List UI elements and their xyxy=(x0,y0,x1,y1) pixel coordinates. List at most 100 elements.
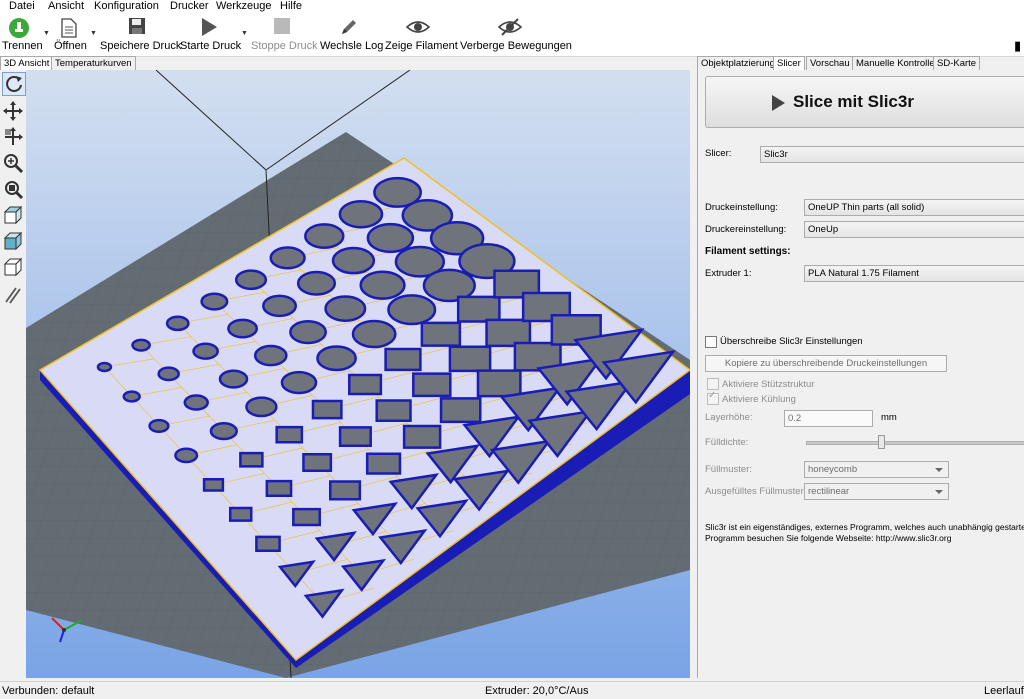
model-hole xyxy=(316,345,357,372)
model-hole xyxy=(402,424,442,449)
filament-settings-heading: Filament settings: xyxy=(705,246,791,257)
infill-density-label: Fülldichte: xyxy=(705,437,749,448)
chevron-down-icon[interactable]: ▼ xyxy=(43,30,50,37)
view-front-icon[interactable] xyxy=(2,204,24,226)
infill-density-slider[interactable] xyxy=(806,441,1024,445)
printer-setting-select[interactable]: OneUp xyxy=(804,221,1024,238)
save-icon xyxy=(129,18,145,34)
chevron-down-icon[interactable]: ▼ xyxy=(241,30,248,37)
menu-bar: Datei Ansicht Konfiguration Drucker Werk… xyxy=(0,0,1024,14)
tab-sd-card[interactable]: SD-Karte xyxy=(933,56,981,70)
model-hole xyxy=(174,447,199,464)
model-hole xyxy=(122,390,141,403)
support-checkbox[interactable] xyxy=(707,378,719,390)
move-object-icon[interactable] xyxy=(2,126,24,148)
model-hole xyxy=(131,338,151,352)
tab-temperature-curves[interactable]: Temperaturkurven xyxy=(51,56,136,70)
3d-viewport[interactable] xyxy=(26,70,690,678)
tab-preview[interactable]: Vorschau xyxy=(806,56,854,70)
tab-object-placement[interactable]: Objektplatzierung xyxy=(697,56,779,70)
copy-settings-button[interactable]: Kopiere zu überschreibende Druckeinstell… xyxy=(705,355,947,372)
model-hole xyxy=(218,369,249,389)
move-icon[interactable] xyxy=(2,100,24,122)
print-setting-select[interactable]: OneUP Thin parts (all solid) xyxy=(804,199,1024,216)
model-hole xyxy=(365,452,402,475)
layer-height-unit: mm xyxy=(881,412,897,423)
model-hole xyxy=(387,294,437,326)
infill-pattern-label: Füllmuster: xyxy=(705,464,752,475)
extruder-status: Extruder: 20,0°C/Aus xyxy=(485,685,589,697)
model-hole xyxy=(209,421,238,441)
model-hole xyxy=(253,344,288,367)
disconnect-button[interactable]: ▼ Trennen xyxy=(0,14,50,56)
show-filament-button[interactable]: Zeige Filament xyxy=(384,14,458,56)
model-hole xyxy=(265,479,293,497)
model-hole xyxy=(289,319,327,345)
model-hole xyxy=(192,342,219,360)
menu-tools[interactable]: Werkzeuge xyxy=(216,0,271,13)
view-iso-icon[interactable] xyxy=(2,230,24,252)
layer-height-input[interactable]: 0.2 xyxy=(784,410,873,427)
extruder-filament-select[interactable]: PLA Natural 1.75 Filament xyxy=(804,265,1024,282)
model-hole xyxy=(448,345,492,373)
stop-print-button[interactable]: Stoppe Druck xyxy=(250,14,318,56)
model-hole xyxy=(304,223,345,249)
model-hole xyxy=(228,506,253,522)
toolbar: ▼ Trennen ▼ Öffnen Speichere Druck ▼ Sta… xyxy=(0,14,1024,57)
play-icon xyxy=(772,95,785,111)
slicer-panel: Slice mit Slic3r Slicer: Slic3r Druckein… xyxy=(697,70,1024,678)
extruder-label: Extruder 1: xyxy=(705,268,752,279)
start-print-button[interactable]: ▼ Starte Druck xyxy=(180,14,248,56)
slicer-select[interactable]: Slic3r xyxy=(760,146,1024,163)
status-bar: Verbunden: default Extruder: 20,0°C/Aus … xyxy=(0,681,1024,699)
model-hole xyxy=(476,369,522,398)
infill-pattern-select[interactable]: honeycomb xyxy=(804,461,949,478)
right-panel: Objektplatzierung Slicer Vorschau Manuel… xyxy=(697,56,1024,678)
zoom-fit-icon[interactable] xyxy=(2,178,24,200)
model-hole xyxy=(359,270,406,300)
slice-button[interactable]: Slice mit Slic3r xyxy=(705,76,1024,128)
menu-help[interactable]: Hilfe xyxy=(280,0,302,13)
model-hole xyxy=(255,535,281,553)
toggle-log-button[interactable]: Wechsle Log xyxy=(320,14,383,56)
model-hole xyxy=(157,366,180,382)
tab-manual-control[interactable]: Manuelle Kontrolle xyxy=(852,56,939,70)
model-hole xyxy=(329,480,362,501)
eye-icon xyxy=(406,21,430,33)
model-hole xyxy=(296,270,337,296)
view-top-icon[interactable] xyxy=(2,256,24,278)
save-print-button[interactable]: Speichere Druck xyxy=(100,14,181,56)
tab-3d-view[interactable]: 3D Ansicht xyxy=(0,56,54,71)
checkmark-icon: ✓ xyxy=(708,390,717,401)
slider-thumb[interactable] xyxy=(878,435,885,449)
solid-infill-select[interactable]: rectilinear xyxy=(804,483,949,500)
slic3r-info-line1: Slic3r ist ein eigenständiges, externes … xyxy=(705,522,1024,532)
model-hole xyxy=(269,246,306,270)
zoom-icon[interactable] xyxy=(2,152,24,174)
power-plug-icon xyxy=(9,18,29,38)
hide-travel-button[interactable]: Verberge Bewegungen xyxy=(458,14,572,56)
menu-configuration[interactable]: Konfiguration xyxy=(94,0,159,13)
chevron-down-icon[interactable]: ▼ xyxy=(90,30,97,37)
stop-icon xyxy=(274,18,290,34)
model-hole xyxy=(338,200,384,229)
model-hole xyxy=(412,372,452,398)
menu-view[interactable]: Ansicht xyxy=(48,0,84,13)
solid-infill-label: Ausgefülltes Füllmuster: xyxy=(705,486,807,497)
model-hole xyxy=(351,319,397,349)
model-hole xyxy=(420,321,462,347)
3d-scene[interactable] xyxy=(26,70,690,678)
model-hole xyxy=(311,399,343,420)
menu-printer[interactable]: Drucker xyxy=(170,0,209,13)
override-checkbox[interactable] xyxy=(705,336,717,348)
rotate-icon[interactable] xyxy=(2,72,26,96)
print-setting-label: Druckeinstellung: xyxy=(705,202,778,213)
chevron-down-icon xyxy=(935,490,943,494)
printer-setting-label: Druckereinstellung: xyxy=(705,224,787,235)
document-icon xyxy=(61,18,77,38)
parallel-view-icon[interactable] xyxy=(2,284,24,306)
tab-slicer[interactable]: Slicer xyxy=(773,56,805,71)
open-button[interactable]: ▼ Öffnen xyxy=(52,14,97,56)
model-hole xyxy=(165,315,190,332)
menu-file[interactable]: Datei xyxy=(9,0,35,13)
